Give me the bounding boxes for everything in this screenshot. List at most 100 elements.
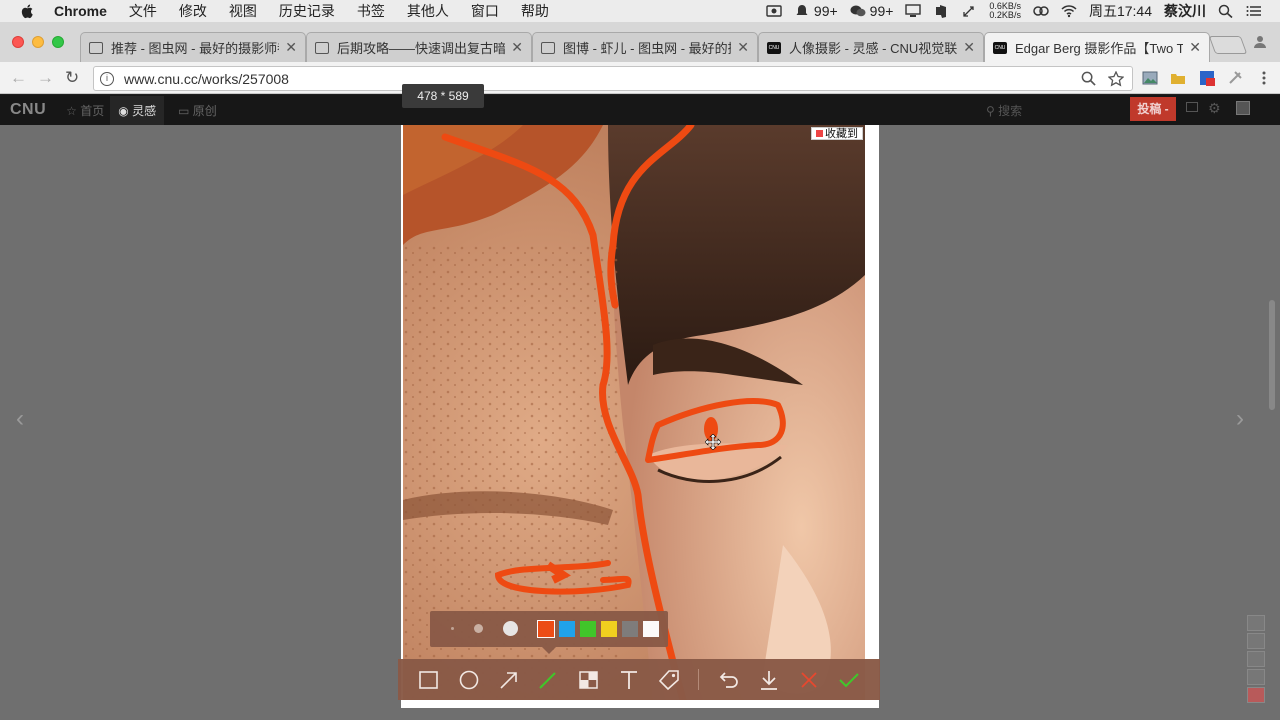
- message-icon[interactable]: [1186, 102, 1198, 112]
- tab-tuchong-blog[interactable]: 图博 - 虾儿 - 图虫网 - 最好的摄 ✕: [532, 32, 758, 62]
- back-button[interactable]: ←: [10, 68, 27, 88]
- avatar[interactable]: [1236, 101, 1250, 115]
- capture-dimension-label: 478 * 589: [402, 84, 484, 108]
- nav-home[interactable]: ☆ 首页: [66, 102, 104, 119]
- comment-icon[interactable]: [1247, 651, 1265, 667]
- color-swatch-white[interactable]: [643, 621, 659, 637]
- window-minimize-button[interactable]: [32, 36, 44, 48]
- cancel-icon[interactable]: [797, 668, 821, 692]
- tag-tool-icon[interactable]: [657, 668, 681, 692]
- tab-tuchong-recommend[interactable]: 推荐 - 图虫网 - 最好的摄影师都 ✕: [80, 32, 306, 62]
- color-swatch-gray[interactable]: [622, 621, 638, 637]
- notification-center-icon[interactable]: [1246, 4, 1262, 18]
- undo-icon[interactable]: [717, 668, 741, 692]
- wechat-icon[interactable]: [850, 4, 866, 18]
- new-badge-extension-icon[interactable]: [1199, 70, 1215, 86]
- ellipse-tool-icon[interactable]: [457, 668, 481, 692]
- bookmark-star-icon[interactable]: [1108, 70, 1124, 87]
- nav-original-label: 原创: [192, 103, 217, 118]
- color-swatch-yellow[interactable]: [601, 621, 617, 637]
- favorite-icon[interactable]: [1247, 669, 1265, 685]
- network-speed: 0.6KB/s 0.2KB/s: [989, 2, 1021, 20]
- cnu-favicon-icon: CNU: [767, 41, 781, 54]
- nav-home-label: 首页: [80, 103, 105, 118]
- new-tab-button[interactable]: [1208, 36, 1248, 54]
- url-text[interactable]: www.cnu.cc/works/257008: [124, 71, 1081, 87]
- bell-icon[interactable]: [794, 4, 810, 18]
- brush-size-small[interactable]: [451, 627, 454, 630]
- wifi-icon[interactable]: [1061, 4, 1077, 18]
- arrow-tool-icon[interactable]: [497, 668, 521, 692]
- creative-cloud-icon[interactable]: [1033, 4, 1049, 18]
- menu-window[interactable]: 窗口: [471, 1, 499, 21]
- tab-edgar-berg[interactable]: CNU Edgar Berg 摄影作品【Two Th ✕: [984, 32, 1210, 62]
- cnu-logo[interactable]: CNU: [10, 101, 46, 119]
- share-icon[interactable]: [1247, 633, 1265, 649]
- clock[interactable]: 周五17:44: [1089, 1, 1152, 21]
- menu-edit[interactable]: 修改: [179, 1, 207, 21]
- nav-original[interactable]: ▭ 原创: [178, 102, 217, 119]
- next-arrow-icon[interactable]: ›: [1236, 405, 1244, 433]
- annotation-toolbar: [398, 659, 880, 700]
- color-swatch-blue[interactable]: [559, 621, 575, 637]
- rectangle-tool-icon[interactable]: [417, 668, 441, 692]
- color-swatch-orange[interactable]: [537, 620, 555, 638]
- image-extension-icon[interactable]: [1142, 70, 1158, 86]
- evernote-icon[interactable]: [933, 4, 949, 18]
- tab-close-icon[interactable]: ✕: [285, 39, 297, 56]
- tab-cnu-portrait[interactable]: CNU 人像摄影 - 灵感 - CNU视觉联盟 ✕: [758, 32, 984, 62]
- chrome-menu-icon[interactable]: [1256, 70, 1272, 86]
- brush-size-medium[interactable]: [474, 624, 483, 633]
- window-close-button[interactable]: [12, 36, 24, 48]
- address-bar[interactable]: i www.cnu.cc/works/257008: [93, 66, 1133, 91]
- menu-history[interactable]: 历史记录: [279, 1, 335, 21]
- reload-button[interactable]: ↻: [65, 68, 79, 88]
- tab-close-icon[interactable]: ✕: [963, 39, 975, 56]
- search-placeholder: 搜索: [998, 104, 1023, 118]
- chrome-toolbar: ← → ↻ i www.cnu.cc/works/257008: [0, 62, 1280, 94]
- text-tool-icon[interactable]: [617, 668, 641, 692]
- pen-tool-icon[interactable]: [536, 668, 560, 692]
- folder-extension-icon[interactable]: [1170, 70, 1186, 86]
- favorite-to-badge[interactable]: 收藏到: [811, 127, 863, 140]
- tab-close-icon[interactable]: ✕: [511, 39, 523, 56]
- post-button[interactable]: 投稿 -: [1130, 97, 1176, 121]
- page-scrollbar[interactable]: [1269, 300, 1275, 410]
- like-icon[interactable]: [1247, 687, 1265, 703]
- site-search-input[interactable]: ⚲ 搜索: [986, 102, 1116, 118]
- forward-button[interactable]: →: [37, 68, 54, 88]
- confirm-check-icon[interactable]: [837, 668, 861, 692]
- color-swatch-green[interactable]: [580, 621, 596, 637]
- tab-close-icon[interactable]: ✕: [737, 39, 749, 56]
- tab-post-processing-guide[interactable]: 后期攻略——快速调出复古暗色 ✕: [306, 32, 532, 62]
- profile-icon[interactable]: [1253, 34, 1267, 48]
- toolbar-separator: [698, 669, 699, 690]
- prev-arrow-icon[interactable]: ‹: [16, 405, 24, 433]
- nav-inspiration-label: 灵感: [132, 103, 157, 118]
- tab-close-icon[interactable]: ✕: [1189, 39, 1201, 56]
- back-to-top-icon[interactable]: [1247, 615, 1265, 631]
- menu-app-chrome[interactable]: Chrome: [54, 3, 107, 19]
- window-maximize-button[interactable]: [52, 36, 64, 48]
- menu-people[interactable]: 其他人: [407, 1, 449, 21]
- mosaic-tool-icon[interactable]: [577, 668, 601, 692]
- screen-record-icon[interactable]: [766, 4, 782, 18]
- user-name[interactable]: 蔡汶川: [1164, 1, 1206, 21]
- download-icon[interactable]: [757, 668, 781, 692]
- transfer-arrows-icon[interactable]: [961, 4, 977, 18]
- display-icon[interactable]: [905, 4, 922, 18]
- pin-extension-icon[interactable]: [1227, 70, 1243, 86]
- notification-count-1: 99+: [813, 3, 838, 19]
- brush-size-large[interactable]: [503, 621, 518, 636]
- zoom-icon[interactable]: [1081, 71, 1096, 86]
- nav-inspiration[interactable]: ◉ 灵感: [110, 95, 165, 125]
- spotlight-search-icon[interactable]: [1218, 4, 1234, 18]
- menu-bookmarks[interactable]: 书签: [357, 1, 385, 21]
- favorite-label: 收藏到: [825, 128, 858, 140]
- apple-icon[interactable]: [20, 3, 36, 19]
- menu-help[interactable]: 帮助: [521, 1, 549, 21]
- settings-gear-icon[interactable]: ⚙: [1208, 100, 1221, 117]
- site-info-icon[interactable]: i: [100, 71, 114, 86]
- menu-view[interactable]: 视图: [229, 1, 257, 21]
- menu-file[interactable]: 文件: [129, 1, 157, 21]
